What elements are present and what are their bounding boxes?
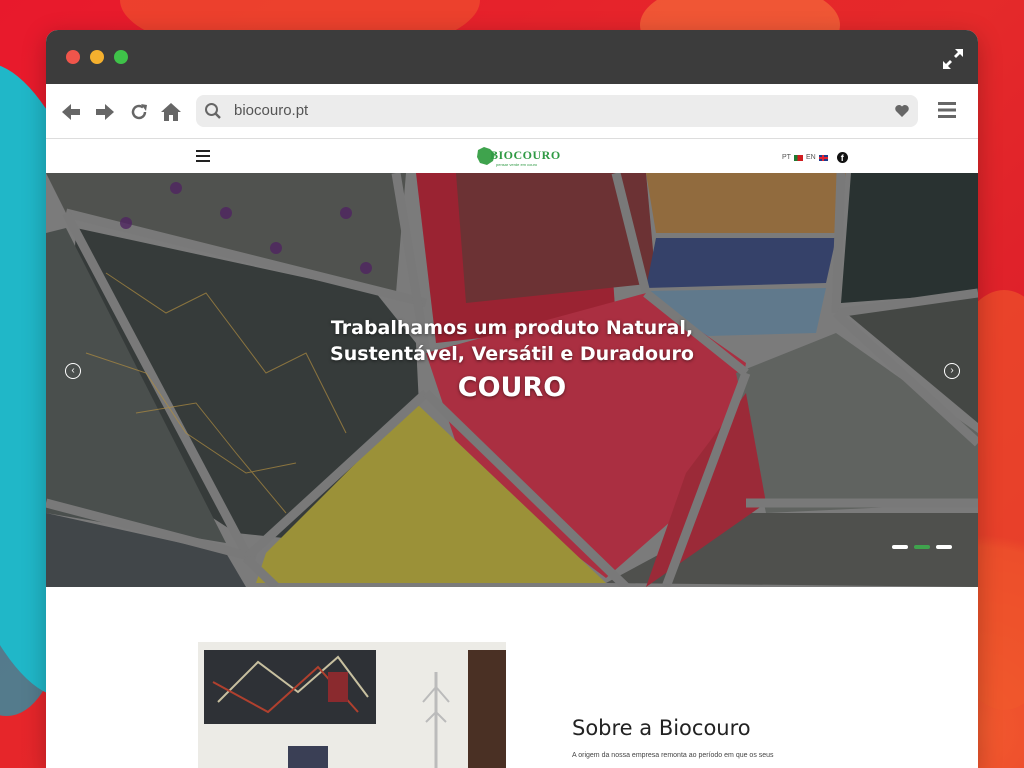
hero-highlight: COURO — [457, 372, 567, 403]
about-image — [198, 642, 506, 768]
language-switcher: PT EN f — [782, 152, 848, 163]
forward-arrow-icon[interactable] — [94, 101, 116, 123]
slider-indicators — [892, 545, 952, 549]
slide-indicator[interactable] — [892, 545, 908, 549]
hamburger-menu-icon[interactable] — [196, 150, 210, 162]
search-icon — [205, 103, 221, 119]
menu-icon[interactable] — [938, 101, 956, 119]
logo-wordmark: BIOCOURO — [490, 148, 561, 162]
home-icon[interactable] — [160, 101, 182, 123]
lang-en-label[interactable]: EN — [806, 154, 816, 161]
site-header: BIOCOURO pensar verde em couro PT EN f — [46, 139, 978, 175]
hero-line-2: Sustentável, Versátil e Duradouro — [330, 343, 694, 365]
fullscreen-icon[interactable] — [942, 48, 964, 70]
slider-next-button[interactable]: › — [944, 363, 960, 379]
heart-icon[interactable] — [894, 103, 910, 119]
portugal-flag-icon[interactable] — [793, 154, 803, 161]
about-text: A origem da nossa empresa remonta ao per… — [572, 752, 774, 759]
hero-caption: Trabalhamos um produto Natural, Sustentá… — [46, 315, 978, 407]
hero-line-1: Trabalhamos um produto Natural, — [330, 317, 694, 339]
browser-titlebar — [46, 30, 978, 84]
minimize-window-button[interactable] — [90, 50, 104, 64]
logo-tagline: pensar verde em couro — [496, 162, 538, 167]
site-logo[interactable]: BIOCOURO pensar verde em couro — [476, 145, 560, 167]
browser-toolbar: biocouro.pt — [46, 84, 978, 139]
browser-window: biocouro.pt BIOCOURO pensar verde em cou… — [46, 30, 978, 768]
close-window-button[interactable] — [66, 50, 80, 64]
lang-pt-label[interactable]: PT — [782, 154, 791, 161]
back-arrow-icon[interactable] — [60, 101, 82, 123]
url-text[interactable]: biocouro.pt — [234, 102, 308, 119]
address-bar[interactable]: biocouro.pt — [196, 95, 918, 127]
about-title: Sobre a Biocouro — [572, 716, 751, 740]
slide-indicator[interactable] — [936, 545, 952, 549]
hero-slider: Trabalhamos um produto Natural, Sustentá… — [46, 173, 978, 587]
uk-flag-icon[interactable] — [818, 154, 828, 161]
reload-icon[interactable] — [128, 101, 150, 123]
maximize-window-button[interactable] — [114, 50, 128, 64]
slide-indicator-active[interactable] — [914, 545, 930, 549]
facebook-icon[interactable]: f — [836, 152, 848, 163]
slider-prev-button[interactable]: ‹ — [65, 363, 81, 379]
